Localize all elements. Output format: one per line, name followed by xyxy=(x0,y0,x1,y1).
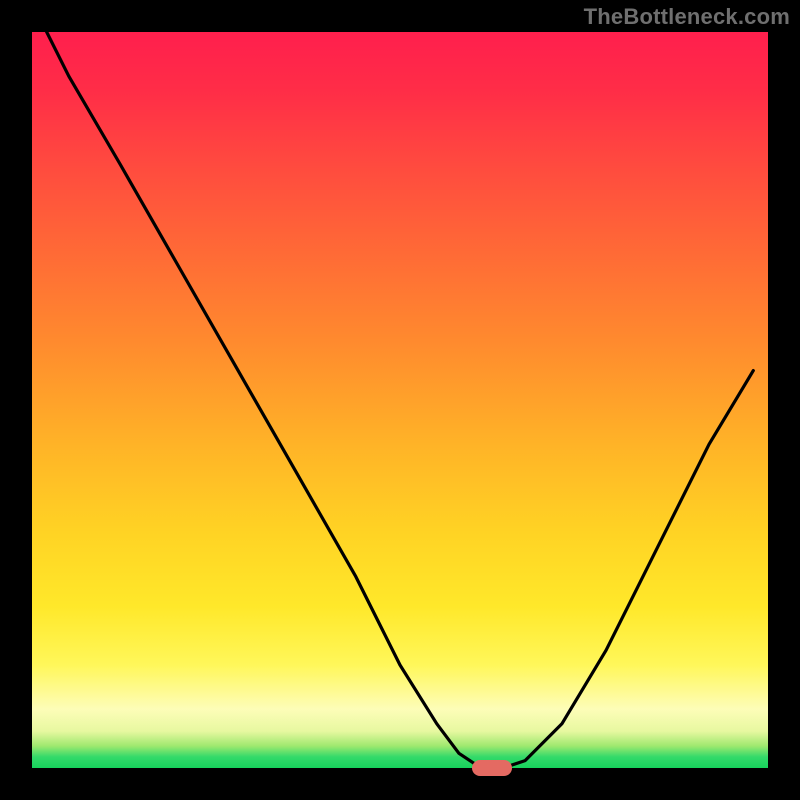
optimum-marker xyxy=(472,760,512,776)
bottleneck-curve xyxy=(32,32,768,768)
watermark-label: TheBottleneck.com xyxy=(584,4,790,30)
chart-frame: TheBottleneck.com xyxy=(0,0,800,800)
plot-area xyxy=(32,32,768,768)
